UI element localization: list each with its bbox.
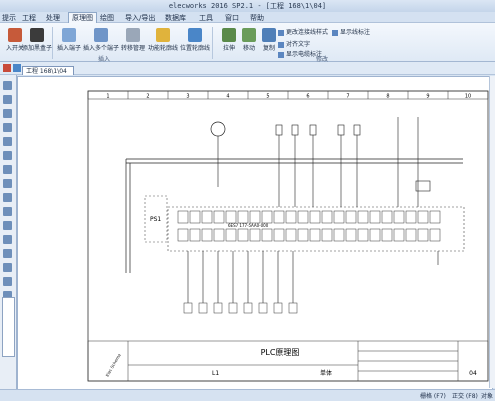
menu-draw[interactable]: 绘图 xyxy=(100,13,114,23)
menu-process[interactable]: 处理 xyxy=(46,13,60,23)
psu-label: PS1 xyxy=(150,216,161,223)
panel-icon[interactable] xyxy=(3,95,12,104)
menu-bar: 提示 工程 处理 原理图 绘图 导入/导出 数据库 工具 窗口 帮助 xyxy=(0,12,495,24)
panel-icon[interactable] xyxy=(3,221,12,230)
title-block xyxy=(87,340,489,382)
column-number: 5 xyxy=(266,94,269,100)
column-number: 1 xyxy=(106,94,109,100)
plc-label: 6ES7 177-5AA0-000 xyxy=(228,223,269,228)
align-text-item[interactable]: 对齐文字 xyxy=(278,39,310,48)
panel-icon[interactable] xyxy=(3,81,12,90)
column-number: 4 xyxy=(226,94,229,100)
output-wires xyxy=(187,251,439,309)
panel-icon[interactable] xyxy=(3,137,12,146)
panel-icon[interactable] xyxy=(3,277,12,286)
top-relay-contacts xyxy=(275,117,419,207)
terminal-icon xyxy=(62,28,76,42)
document-tab[interactable]: 工程 168\1\04 xyxy=(22,66,74,75)
panel-icon[interactable] xyxy=(3,179,12,188)
column-ticks xyxy=(127,91,449,99)
status-bar: 栅格 (F7) 正交 (F8) 对象 xyxy=(0,389,495,401)
column-number: 8 xyxy=(386,94,389,100)
menu-window[interactable]: 窗口 xyxy=(225,13,239,23)
column-number: 10 xyxy=(465,94,471,100)
title-block-designation: 单体 xyxy=(320,369,332,377)
title-block-footer: Elec Schema xyxy=(105,352,122,377)
quick-toolbar xyxy=(0,62,495,75)
window-title: elecworks 2016 SP2.1 - [工程 168\1\04] xyxy=(168,2,327,10)
menu-help[interactable]: 帮助 xyxy=(250,13,264,23)
title-block-sheet: 04 xyxy=(469,370,477,377)
status-ortho[interactable]: 正交 (F8) xyxy=(452,391,478,400)
panel-icon[interactable] xyxy=(3,123,12,132)
window-icon[interactable] xyxy=(13,64,21,72)
copy-icon xyxy=(262,28,276,42)
multi-terminal-icon xyxy=(94,28,108,42)
panel-icon[interactable] xyxy=(3,165,12,174)
change-wire-style-item[interactable]: 更改连接线样式 xyxy=(278,27,328,36)
column-number: 7 xyxy=(346,94,349,100)
close-icon[interactable] xyxy=(3,64,11,72)
panel-icon[interactable] xyxy=(3,235,12,244)
status-object[interactable]: 对象 xyxy=(481,391,493,400)
motor-symbol xyxy=(210,121,226,137)
ribbon: 入开关 添加黑盒子 插入端子 插入多个端子 转移管理 功能轮廓线 位置轮廓线 拉… xyxy=(0,23,495,63)
panel-icon[interactable] xyxy=(3,207,12,216)
column-number: 2 xyxy=(146,94,149,100)
plc-terminal-row xyxy=(177,210,441,242)
show-wire-label-item[interactable]: 显示线标注 xyxy=(332,27,370,36)
function-outline-icon xyxy=(156,28,170,42)
menu-database[interactable]: 数据库 xyxy=(165,13,186,23)
panel-icon[interactable] xyxy=(3,249,12,258)
drawing-canvas[interactable]: 1 2 3 4 5 6 7 8 9 10 PS1 6ES7 177-5AA0-0… xyxy=(17,76,493,390)
column-number: 3 xyxy=(186,94,189,100)
location-outline-button[interactable]: 位置轮廓线 xyxy=(180,26,210,56)
title-block-title: PLC原理图 xyxy=(261,348,300,357)
location-outline-icon xyxy=(188,28,202,42)
panel-icon[interactable] xyxy=(3,263,12,272)
wire-label-icon xyxy=(332,29,338,36)
transfer-icon xyxy=(126,28,140,42)
panel-icon[interactable] xyxy=(3,151,12,160)
wire-style-icon xyxy=(278,29,284,36)
page-thumbnail[interactable] xyxy=(2,297,15,357)
schematic-drawing: 1 2 3 4 5 6 7 8 9 10 PS1 6ES7 177-5AA0-0… xyxy=(87,90,489,382)
vertical-scrollbar[interactable] xyxy=(489,76,495,388)
title-block-location: L1 xyxy=(212,370,219,377)
output-devices xyxy=(183,302,298,314)
panel-icon[interactable] xyxy=(3,193,12,202)
align-text-icon xyxy=(278,41,284,48)
menu-project[interactable]: 工程 xyxy=(22,13,36,23)
column-number: 9 xyxy=(426,94,429,100)
panel-icon[interactable] xyxy=(3,109,12,118)
switch-icon xyxy=(8,28,22,42)
left-side-panel xyxy=(0,75,17,395)
menu-import-export[interactable]: 导入/导出 xyxy=(125,13,155,23)
menu-tools[interactable]: 工具 xyxy=(199,13,213,23)
menu-hint[interactable]: 提示 xyxy=(2,13,16,23)
cable-label-icon xyxy=(278,51,284,58)
column-number: 6 xyxy=(306,94,309,100)
status-grid[interactable]: 栅格 (F7) xyxy=(420,391,446,400)
black-box-icon xyxy=(30,28,44,42)
